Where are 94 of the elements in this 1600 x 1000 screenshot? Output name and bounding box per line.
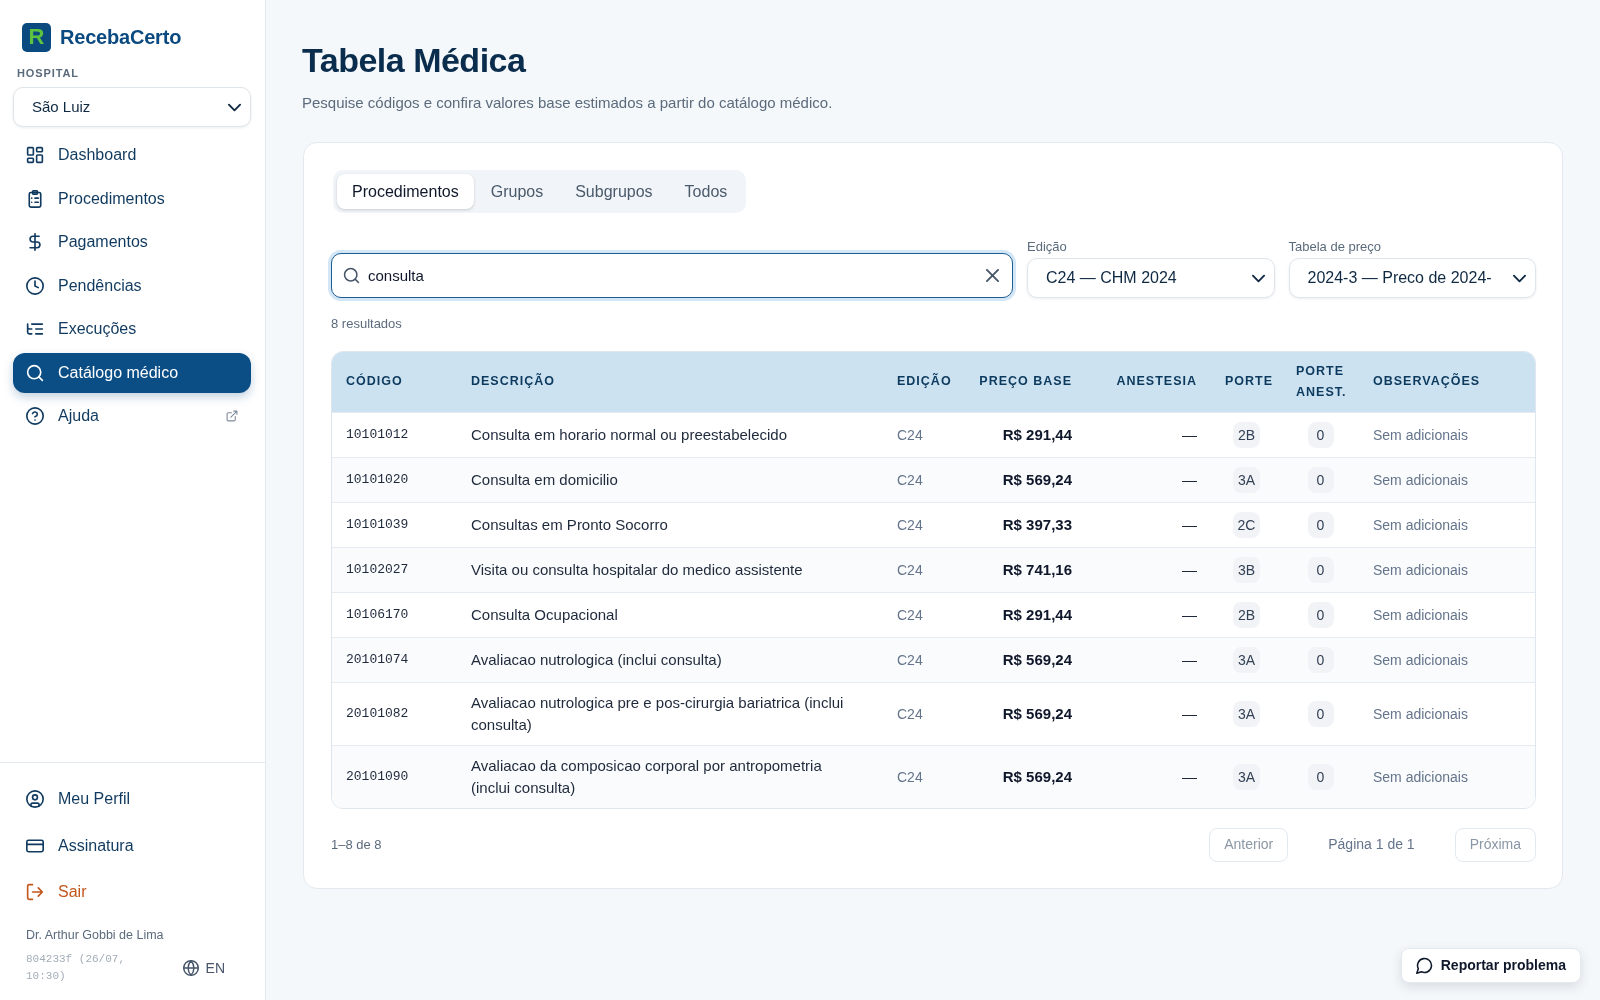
anesthesia-cell: — (1086, 547, 1211, 592)
porte-badge: 3A (1232, 646, 1261, 673)
brand-logo: R (22, 22, 51, 52)
brand-name: RecebaCerto (60, 25, 182, 50)
language-button[interactable]: EN (182, 957, 225, 979)
porte-badge: 0 (1307, 421, 1334, 448)
porte-badge: 0 (1307, 763, 1334, 790)
code-cell: 10102027 (332, 547, 457, 592)
column-header: CÓDIGO (332, 352, 457, 412)
price-cell: R$ 741,16 (962, 547, 1086, 592)
notes-cell: Sem adicionais (1359, 457, 1535, 502)
column-header: PREÇO BASE (962, 352, 1086, 412)
anesthesia-cell: — (1086, 457, 1211, 502)
code-cell: 10101020 (332, 457, 457, 502)
layout-grid-icon (26, 146, 44, 164)
page-indicator: Página 1 de 1 (1328, 835, 1415, 854)
logout-icon (26, 883, 44, 901)
filter-label: Edição (1027, 239, 1068, 254)
description-cell: Avaliacao da composicao corporal por antropometria (inclui consulta) (457, 745, 883, 808)
edition-cell: C24 (883, 457, 962, 502)
account-item[interactable]: Meu Perfil (13, 779, 251, 819)
column-header: DESCRIÇÃO (457, 352, 883, 412)
anesthesia-cell: — (1086, 637, 1211, 682)
nav-item[interactable]: Catálogo médico (13, 352, 251, 393)
price-cell: R$ 569,24 (962, 637, 1086, 682)
notes-cell: Sem adicionais (1359, 547, 1535, 592)
column-header: PORTE ANEST. (1282, 352, 1359, 412)
edition-cell: C24 (883, 637, 962, 682)
porte-badge: 0 (1307, 556, 1334, 583)
description-cell: Consulta em domicilio (457, 457, 883, 502)
porte-badge: 3A (1232, 466, 1261, 493)
porte-badge: 0 (1307, 646, 1334, 673)
price-cell: R$ 569,24 (962, 745, 1086, 808)
dollar-sign-icon (26, 233, 44, 251)
clipboard-list-icon (26, 189, 44, 208)
porte-badge: 3A (1232, 700, 1261, 727)
column-header: EDIÇÃO (883, 352, 962, 412)
search-icon (26, 363, 44, 382)
porte-badge: 0 (1307, 511, 1334, 538)
code-cell: 20101074 (332, 637, 457, 682)
nav-item[interactable]: Ajuda (13, 396, 251, 436)
page-subtitle: Pesquise códigos e confira valores base estimados a partir do catálogo médico. (302, 94, 834, 112)
report-button[interactable]: Reportar problema (1400, 948, 1581, 983)
account-item[interactable]: Sair (13, 872, 251, 912)
notes-cell: Sem adicionais (1359, 745, 1535, 808)
field-label: HOSPITAL (17, 66, 80, 80)
nav-item[interactable]: Execuções (13, 309, 251, 349)
tab[interactable]: Grupos (475, 174, 559, 209)
hospital-select[interactable]: São Luiz (13, 87, 251, 127)
description-cell: Avaliacao nutrologica (inclui consulta) (457, 637, 883, 682)
anesthesia-cell: — (1086, 745, 1211, 808)
porte-badge: 0 (1307, 466, 1334, 493)
porte-badge: 0 (1307, 601, 1334, 628)
column-header: ANESTESIA (1086, 352, 1211, 412)
column-header: PORTE (1211, 352, 1282, 412)
edition-cell: C24 (883, 745, 962, 808)
porte-badge: 2B (1232, 601, 1261, 628)
chat-bubble-icon (1415, 957, 1433, 974)
search-icon (343, 267, 360, 284)
notes-cell: Sem adicionais (1359, 637, 1535, 682)
globe-icon (182, 960, 199, 976)
tab[interactable]: Todos (669, 174, 743, 209)
dropdown-field[interactable]: C24 — CHM 2024 (1027, 258, 1275, 298)
page-title: Tabela Médica (302, 40, 527, 80)
filter-label: Tabela de preço (1288, 239, 1382, 254)
credit-card-icon (26, 836, 44, 855)
user-name: Dr. Arthur Gobbi de Lima (26, 928, 165, 943)
porte-badge: 0 (1307, 700, 1334, 727)
account-item[interactable]: Assinatura (13, 825, 251, 866)
close-icon[interactable] (986, 269, 999, 282)
nav-item[interactable]: Procedimentos (13, 178, 251, 219)
nav-item[interactable]: Pagamentos (13, 222, 251, 262)
edition-cell: C24 (883, 547, 962, 592)
price-cell: R$ 569,24 (962, 457, 1086, 502)
nav-item[interactable]: Pendências (13, 265, 251, 306)
porte-badge: 3B (1232, 556, 1261, 583)
build-version: 804233f (26/07, 10:30) (26, 952, 127, 984)
tab[interactable]: Procedimentos (337, 174, 474, 209)
clock-icon (26, 276, 44, 295)
code-cell: 20101090 (332, 745, 457, 808)
help-icon (26, 407, 44, 425)
tab[interactable]: Subgrupos (560, 174, 668, 209)
porte-badge: 2B (1232, 421, 1261, 448)
range-text: 1–8 de 8 (331, 835, 382, 854)
list-tree-icon (26, 320, 44, 338)
porte-badge: 2C (1232, 511, 1261, 538)
user-circle-icon (26, 790, 44, 808)
column-header: OBSERVAÇÕES (1359, 352, 1535, 412)
dropdown-field[interactable]: 2024-3 — Preco de 2024- (1288, 258, 1536, 298)
search-field[interactable]: consulta (331, 253, 1013, 298)
nav-item[interactable]: Dashboard (13, 135, 251, 175)
result-count: 8 resultados (331, 316, 403, 331)
description-cell: Visita ou consulta hospitalar do medico assistente (457, 547, 883, 592)
porte-badge: 3A (1232, 763, 1261, 790)
